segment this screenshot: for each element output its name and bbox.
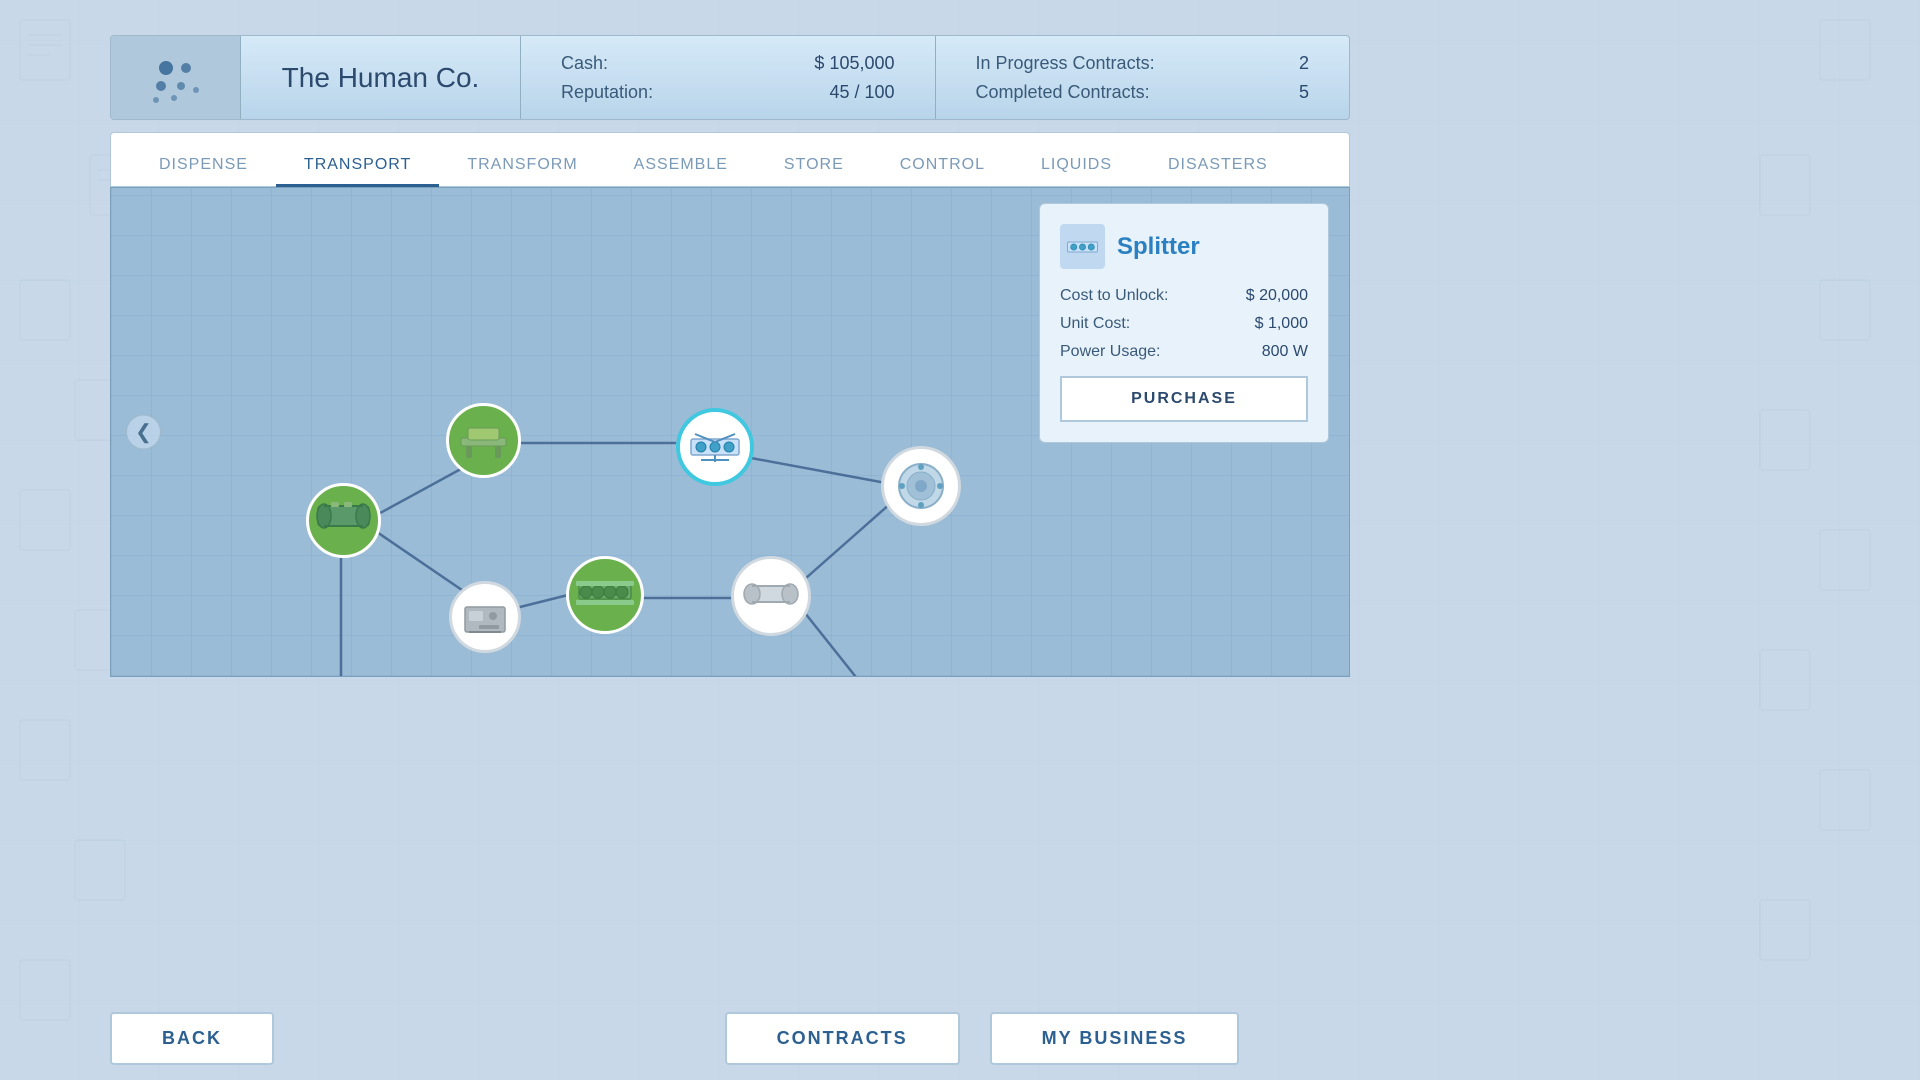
- node-platform[interactable]: [446, 403, 521, 478]
- node-machine-1[interactable]: [449, 581, 521, 653]
- header-stats-right: In Progress Contracts: 2 Completed Contr…: [936, 36, 1350, 119]
- reputation-value: 45 / 100: [829, 82, 894, 103]
- tab-disasters[interactable]: DISASTERS: [1140, 146, 1296, 187]
- node-conveyor-2[interactable]: [731, 556, 811, 636]
- node-splitter[interactable]: [676, 408, 754, 486]
- node-roller[interactable]: [566, 556, 644, 634]
- company-logo-icon: [146, 48, 206, 108]
- completed-label: Completed Contracts:: [976, 82, 1150, 103]
- completed-row: Completed Contracts: 5: [976, 82, 1310, 103]
- company-name: The Human Co.: [282, 62, 480, 94]
- cost-to-unlock-row: Cost to Unlock: $ 20,000: [1060, 287, 1308, 305]
- unit-cost-value: $ 1,000: [1255, 315, 1308, 333]
- info-item-icon: [1060, 224, 1105, 269]
- unit-cost-label: Unit Cost:: [1060, 315, 1130, 333]
- company-name-section: The Human Co.: [241, 36, 521, 119]
- header-stats-left: Cash: $ 105,000 Reputation: 45 / 100: [521, 36, 936, 119]
- tabs-container: DISPENSE TRANSPORT TRANSFORM ASSEMBLE ST…: [110, 132, 1350, 187]
- unit-cost-row: Unit Cost: $ 1,000: [1060, 315, 1308, 333]
- in-progress-value: 2: [1299, 53, 1309, 74]
- cost-to-unlock-value: $ 20,000: [1246, 287, 1308, 305]
- info-splitter-icon: [1065, 232, 1100, 262]
- cost-to-unlock-label: Cost to Unlock:: [1060, 287, 1168, 305]
- tab-dispense[interactable]: DISPENSE: [131, 146, 276, 187]
- info-panel-header: Splitter: [1060, 224, 1308, 269]
- conveyor2-icon: [742, 572, 800, 620]
- info-title: Splitter: [1117, 233, 1200, 261]
- center-buttons: CONTRACTS MY BUSINESS: [725, 1012, 1240, 1065]
- contracts-button[interactable]: CONTRACTS: [725, 1012, 960, 1065]
- logo-area: [111, 36, 241, 119]
- completed-value: 5: [1299, 82, 1309, 103]
- in-progress-label: In Progress Contracts:: [976, 53, 1155, 74]
- purchase-button[interactable]: PURCHASE: [1060, 376, 1308, 422]
- header: The Human Co. Cash: $ 105,000 Reputation…: [110, 35, 1350, 120]
- roller-icon: [576, 571, 634, 619]
- tech-tree-area: ❮: [110, 187, 1350, 677]
- cash-value: $ 105,000: [814, 53, 894, 74]
- machine-icon: [461, 595, 509, 640]
- conveyor-icon: [316, 498, 371, 543]
- splitter-icon: [687, 424, 743, 470]
- power-usage-value: 800 W: [1262, 343, 1308, 361]
- tab-store[interactable]: STORE: [756, 146, 872, 187]
- tab-transport[interactable]: TRANSPORT: [276, 146, 439, 187]
- tab-assemble[interactable]: ASSEMBLE: [606, 146, 756, 187]
- power-usage-row: Power Usage: 800 W: [1060, 343, 1308, 361]
- cash-row: Cash: $ 105,000: [561, 53, 895, 74]
- nav-prev-arrow[interactable]: ❮: [126, 415, 161, 450]
- cash-label: Cash:: [561, 53, 608, 74]
- in-progress-row: In Progress Contracts: 2: [976, 53, 1310, 74]
- platform-icon: [456, 418, 511, 463]
- power-usage-label: Power Usage:: [1060, 343, 1161, 361]
- disc-icon: [892, 457, 950, 515]
- prev-arrow-icon: ❮: [135, 420, 152, 445]
- reputation-row: Reputation: 45 / 100: [561, 82, 895, 103]
- my-business-button[interactable]: MY BUSINESS: [990, 1012, 1240, 1065]
- tab-control[interactable]: CONTROL: [872, 146, 1013, 187]
- back-button[interactable]: BACK: [110, 1012, 274, 1065]
- node-disc[interactable]: [881, 446, 961, 526]
- reputation-label: Reputation:: [561, 82, 653, 103]
- info-panel: Splitter Cost to Unlock: $ 20,000 Unit C…: [1039, 203, 1329, 443]
- tab-liquids[interactable]: LIQUIDS: [1013, 146, 1140, 187]
- bottom-bar: BACK CONTRACTS MY BUSINESS: [110, 992, 1810, 1080]
- node-conveyor-1[interactable]: [306, 483, 381, 558]
- tab-transform[interactable]: TRANSFORM: [439, 146, 605, 187]
